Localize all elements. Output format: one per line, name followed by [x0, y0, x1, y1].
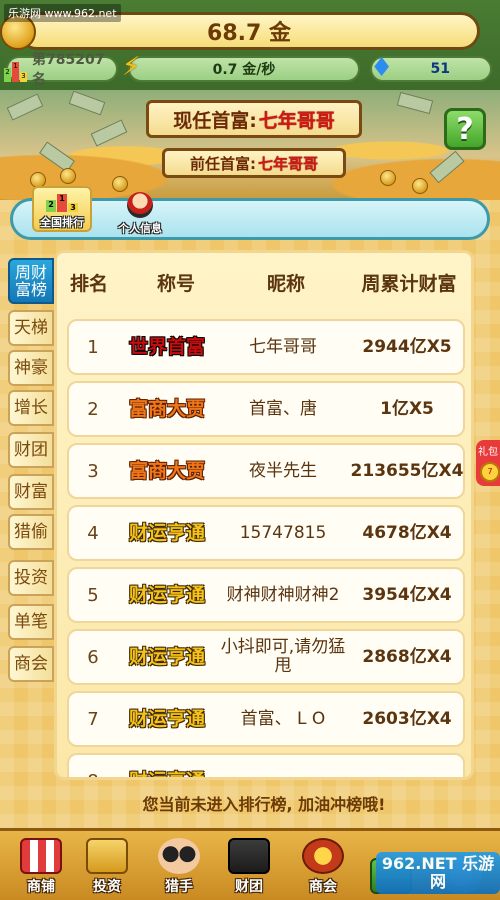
- wealth-cell: 1亿X5: [380, 398, 434, 419]
- side-tab-investment[interactable]: 投资: [8, 560, 54, 596]
- side-tab-ladder[interactable]: 天梯: [8, 310, 54, 346]
- rank-podium-icon: 213: [46, 194, 78, 212]
- table-row[interactable]: 7 财运亨通 首富、 L O 2603亿X4: [67, 691, 465, 747]
- table-row[interactable]: 6 财运亨通 小抖即可,请勿猛甩 2868亿X4: [67, 629, 465, 685]
- title-cell: 世界首富: [128, 335, 205, 358]
- rank-cell: 6: [87, 646, 99, 668]
- nav-guild-label: 商会: [309, 879, 337, 895]
- current-richest-label: 现任首富:: [173, 109, 257, 132]
- title-cell: 财运亨通: [128, 521, 205, 544]
- former-richest-name: 七年哥哥: [257, 154, 318, 173]
- rank-cell: 1: [87, 336, 99, 358]
- table-row[interactable]: 2 富商大贾 首富、唐 1亿X5: [67, 381, 465, 437]
- nav-hunter[interactable]: 猎手: [148, 836, 210, 896]
- income-rate: 0.7 金/秒: [128, 56, 360, 82]
- rank-cell: 2: [87, 398, 99, 420]
- not-ranked-message: 您当前未进入排行榜, 加油冲榜哦!: [142, 795, 386, 814]
- rank-cell: 4: [87, 522, 99, 544]
- table-row[interactable]: 3 富商大贾 夜半先生 213655亿X4: [67, 443, 465, 499]
- title-cell: 富商大贾: [128, 397, 205, 420]
- nickname-cell: 七年哥哥: [249, 336, 317, 357]
- current-richest-name: 七年哥哥: [258, 109, 335, 132]
- tab-profile-label: 个人信息: [118, 222, 162, 235]
- rank-cell: 3: [87, 460, 99, 482]
- nav-guild[interactable]: 商会: [292, 836, 354, 896]
- coin-decoration: [380, 170, 396, 186]
- rank-cell: 5: [87, 584, 99, 606]
- investment-icon: [86, 838, 128, 874]
- tab-personal-info[interactable]: 个人信息: [108, 180, 172, 236]
- table-header: 排名 称号 昵称 周累计财富: [57, 265, 471, 301]
- nickname-cell: 财神财神财神2: [226, 584, 340, 605]
- gift-coin-icon: 7: [480, 462, 500, 482]
- former-richest-label: 前任首富:: [189, 154, 256, 173]
- side-tab-growth[interactable]: 增长: [8, 390, 54, 426]
- gift-label: 礼包: [478, 447, 498, 458]
- tab-national-ranking[interactable]: 213 全国排行: [32, 186, 92, 232]
- wealth-cell: 2944亿X5: [362, 336, 452, 357]
- nickname-cell: 15747815: [239, 522, 327, 543]
- nickname-cell: 首富、唐: [249, 398, 317, 419]
- title-cell: 财运亨通: [128, 707, 205, 730]
- table-row[interactable]: 1 世界首富 七年哥哥 2944亿X5: [67, 319, 465, 375]
- former-richest-plaque: 前任首富: 七年哥哥: [162, 148, 346, 178]
- site-watermark-logo: 962.NET 乐游网: [376, 852, 500, 894]
- header-title: 称号: [156, 273, 195, 295]
- wealth-cell: 2868亿X4: [362, 646, 452, 667]
- header-rank: 排名: [69, 273, 108, 295]
- wealth-cell: 2603亿X4: [362, 708, 452, 729]
- side-tab-single[interactable]: 单笔: [8, 604, 54, 640]
- rank-cell: 8: [69, 755, 117, 778]
- header-weekly-wealth: 周累计财富: [361, 273, 457, 295]
- side-tab-consortium[interactable]: 财团: [8, 432, 54, 468]
- tab-national-label: 全国排行: [40, 216, 84, 229]
- side-tab-guild[interactable]: 商会: [8, 646, 54, 682]
- wealth-cell: [347, 755, 467, 777]
- guild-icon: [302, 838, 344, 874]
- nav-consortium[interactable]: 财团: [218, 836, 280, 896]
- watermark: 乐游网 www.962.net: [4, 4, 121, 22]
- coin-decoration: [60, 168, 76, 184]
- wealth-cell: 3954亿X4: [362, 584, 452, 605]
- nickname-cell: [217, 755, 349, 777]
- wealth-cell: 213655亿X4: [350, 460, 464, 481]
- side-tab-hunt-steal[interactable]: 猎偷: [8, 514, 54, 550]
- nav-invest[interactable]: 投资: [76, 836, 138, 896]
- current-richest-plaque: 现任首富: 七年哥哥: [146, 100, 362, 138]
- title-cell: 财运亨通: [128, 583, 205, 606]
- consortium-icon: [228, 838, 270, 874]
- help-icon: ?: [456, 111, 474, 147]
- help-button[interactable]: ?: [444, 108, 486, 150]
- nav-invest-label: 投资: [93, 879, 121, 895]
- side-tab-tycoon[interactable]: 神豪: [8, 350, 54, 386]
- lightning-icon: ⚡: [122, 52, 141, 82]
- rank-cell: 7: [87, 708, 99, 730]
- diamond-icon: ♦: [370, 53, 394, 83]
- wealth-cell: 4678亿X4: [362, 522, 452, 543]
- coin-decoration: [412, 178, 428, 194]
- nickname-cell: 小抖即可,请勿猛甩: [220, 637, 346, 676]
- avatar-icon: [127, 192, 153, 218]
- title-cell: 富商大贾: [128, 459, 205, 482]
- header-nickname: 昵称: [266, 273, 305, 295]
- rank-podium-icon: 213: [4, 62, 27, 82]
- nav-hunter-label: 猎手: [165, 879, 193, 895]
- table-row[interactable]: 4 财运亨通 15747815 4678亿X4: [67, 505, 465, 561]
- leaderboard-panel: 排名 称号 昵称 周累计财富 1 世界首富 七年哥哥 2944亿X5 2 富商大…: [54, 250, 474, 780]
- side-tab-wealth[interactable]: 财富: [8, 474, 54, 510]
- nickname-cell: 首富、 L O: [240, 708, 326, 729]
- nav-shop-label: 商铺: [27, 879, 55, 895]
- title-cell: 财运亨通: [117, 755, 217, 777]
- table-row[interactable]: 5 财运亨通 财神财神财神2 3954亿X4: [67, 567, 465, 623]
- side-tab-weekly-wealth[interactable]: 周财 富榜: [8, 258, 54, 304]
- nickname-cell: 夜半先生: [249, 460, 317, 481]
- table-row[interactable]: 8 财运亨通: [67, 753, 467, 778]
- hunter-icon: [158, 838, 200, 874]
- nav-group-label: 财团: [235, 879, 263, 895]
- title-cell: 财运亨通: [128, 645, 205, 668]
- nav-shop[interactable]: 商铺: [10, 836, 72, 896]
- shop-icon: [20, 838, 62, 874]
